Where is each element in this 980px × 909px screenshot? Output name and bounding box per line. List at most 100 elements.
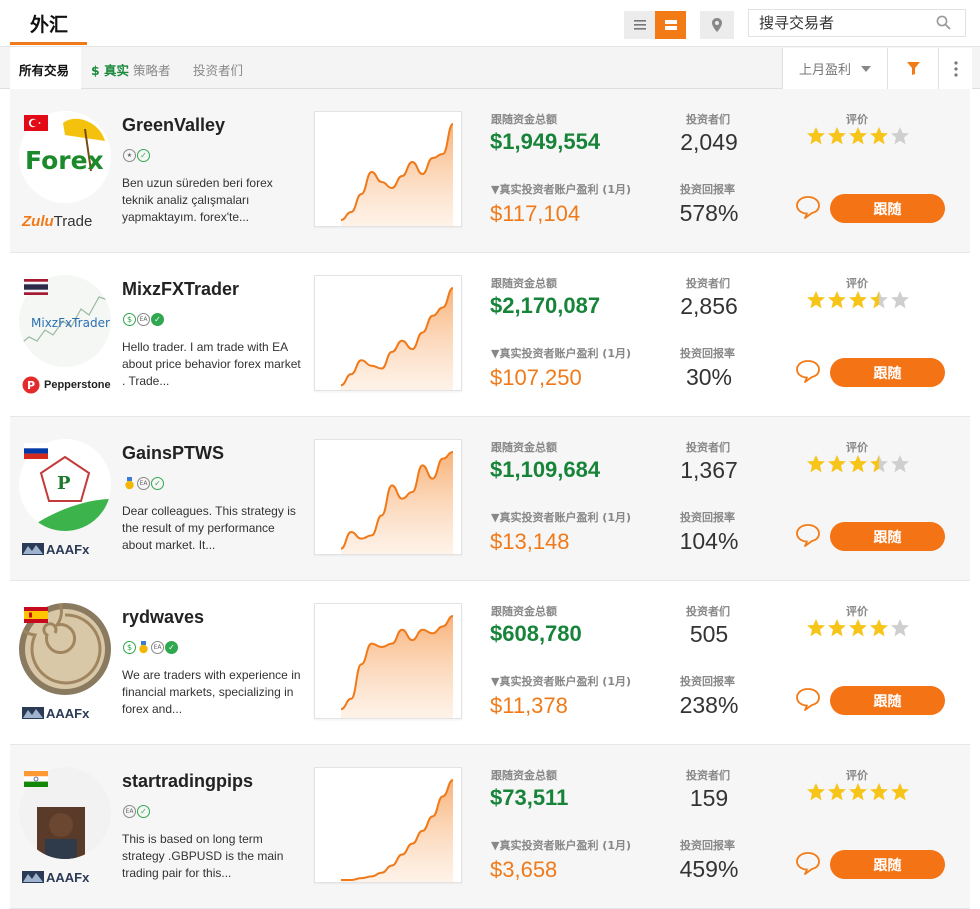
dollar-badge-icon: $: [123, 641, 136, 654]
trader-list: Forex Zulu Trade GreenValley ★ ✓ Ben uzun …: [10, 89, 970, 909]
follow-button[interactable]: 跟随: [830, 522, 945, 551]
follow-button[interactable]: 跟随: [830, 358, 945, 387]
real-profit-value: $3,658: [490, 857, 558, 882]
kebab-menu-icon: [953, 60, 958, 77]
performance-chart[interactable]: [314, 767, 462, 883]
investors-value: 159: [689, 785, 729, 811]
rating-label: 评价: [846, 769, 868, 782]
follow-button[interactable]: 跟随: [830, 850, 945, 879]
star-full-icon: [849, 783, 867, 801]
card-view-button[interactable]: [655, 11, 686, 39]
comment-button[interactable]: [795, 523, 821, 552]
country-flag-icon: [24, 771, 48, 787]
investors-label: 投资者们: [686, 441, 730, 454]
trader-name[interactable]: GreenValley: [122, 115, 225, 136]
performance-chart[interactable]: [314, 439, 462, 555]
list-icon: [633, 20, 646, 30]
star-full-icon: [849, 127, 867, 145]
tab-real-strategists[interactable]: $ 真实 策略者: [91, 60, 171, 79]
trader-card: MixzFxTrader P Pepperstone MixzFXTrader $…: [10, 253, 970, 417]
copy-funds-label: 跟随资金总额: [491, 769, 557, 782]
search-box: [748, 9, 966, 37]
view-toggle: [624, 11, 686, 39]
rating-label: 评价: [846, 113, 868, 126]
real-profit-label: ▼真实投资者账户盈利 (1月): [491, 511, 631, 524]
trader-badges: $ EA ✓: [123, 313, 164, 326]
location-button[interactable]: [700, 11, 734, 39]
tab-real-suffix: 策略者: [133, 63, 171, 78]
ea-badge-icon: EA: [151, 641, 164, 654]
filter-button[interactable]: [888, 48, 939, 89]
list-view-button[interactable]: [624, 11, 655, 39]
follow-button[interactable]: 跟随: [830, 194, 945, 223]
comment-button[interactable]: [795, 359, 821, 388]
page-title: 外汇: [30, 14, 69, 36]
roi-label: 投资回报率: [680, 347, 735, 360]
investors-label: 投资者们: [686, 769, 730, 782]
chevron-down-icon: [861, 66, 871, 72]
search-icon[interactable]: [936, 15, 951, 30]
trader-name[interactable]: rydwaves: [122, 607, 204, 628]
broker-logo: AAAFx: [22, 867, 122, 887]
rating-label: 评价: [846, 277, 868, 290]
star-empty-icon: [891, 619, 909, 637]
svg-text:P: P: [57, 473, 71, 494]
trader-name[interactable]: MixzFXTrader: [122, 279, 239, 300]
speech-bubble-icon: [796, 360, 820, 383]
verified-badge-icon: ✓: [151, 477, 164, 490]
comment-button[interactable]: [795, 195, 821, 224]
investors-label: 投资者们: [686, 113, 730, 126]
copy-funds-value: $73,511: [490, 785, 569, 810]
speech-bubble-icon: [796, 524, 820, 547]
comment-button[interactable]: [795, 851, 821, 880]
copy-funds-value: $1,109,684: [490, 457, 601, 482]
roi-value: 30%: [685, 364, 733, 390]
speech-bubble-icon: [796, 688, 820, 711]
trader-card: P AAAFx GainsPTWS EA ✓ Dear colleagues. T…: [10, 417, 970, 581]
trader-name[interactable]: startradingpips: [122, 771, 253, 792]
performance-chart[interactable]: [314, 603, 462, 719]
country-flag-icon: [24, 443, 48, 459]
star-full-icon: [828, 291, 846, 309]
top-header: 外汇: [0, 0, 980, 46]
performance-chart-svg: [340, 451, 454, 554]
search-input[interactable]: [749, 10, 929, 36]
broker-logo: AAAFx: [22, 703, 122, 723]
trader-description: This is based on long term strategy .GBP…: [122, 832, 284, 880]
tab-investors[interactable]: 投资者们: [193, 60, 243, 79]
copy-funds-label: 跟随资金总额: [491, 113, 557, 126]
trader-description: Ben uzun süreden beri forex teknik anali…: [122, 176, 273, 224]
country-flag-icon: [24, 279, 48, 295]
star-full-icon: [807, 455, 825, 473]
copy-funds-value: $1,949,554: [490, 129, 601, 154]
rating-stars: [806, 454, 910, 474]
chart-area: [341, 780, 453, 882]
rating-stars: [806, 290, 910, 310]
trader-badges: EA ✓: [123, 477, 164, 490]
more-options-button[interactable]: [939, 48, 972, 89]
follow-button[interactable]: 跟随: [830, 686, 945, 715]
sort-dropdown[interactable]: 上月盈利: [782, 48, 888, 89]
country-flag-icon: [24, 115, 48, 131]
broker-logo: AAAFx: [22, 539, 122, 559]
comment-button[interactable]: [795, 687, 821, 716]
star-full-icon: [828, 127, 846, 145]
roi-value: 578%: [679, 200, 739, 226]
performance-chart-svg: [341, 779, 454, 882]
investors-label: 投资者们: [686, 605, 730, 618]
broker-logo: Zulu Trade: [22, 212, 93, 230]
map-pin-icon: [712, 18, 722, 32]
performance-chart[interactable]: [314, 275, 462, 391]
trader-description: Dear colleagues. This strategy is the re…: [122, 504, 296, 552]
speech-bubble-icon: [796, 196, 820, 219]
trader-name[interactable]: GainsPTWS: [122, 443, 224, 464]
real-profit-label: ▼真实投资者账户盈利 (1月): [491, 347, 631, 360]
sub-navigation: 所有交易 $ 真实 策略者 投资者们 上月盈利: [0, 46, 980, 89]
svg-text:MixzFxTrader: MixzFxTrader: [31, 316, 110, 330]
performance-chart[interactable]: [314, 111, 462, 227]
verified-filled-badge-icon: ✓: [165, 641, 178, 654]
star-full-icon: [849, 455, 867, 473]
star-full-icon: [849, 619, 867, 637]
tab-all-trades[interactable]: 所有交易: [19, 60, 69, 79]
ea-badge-icon: EA: [137, 313, 150, 326]
